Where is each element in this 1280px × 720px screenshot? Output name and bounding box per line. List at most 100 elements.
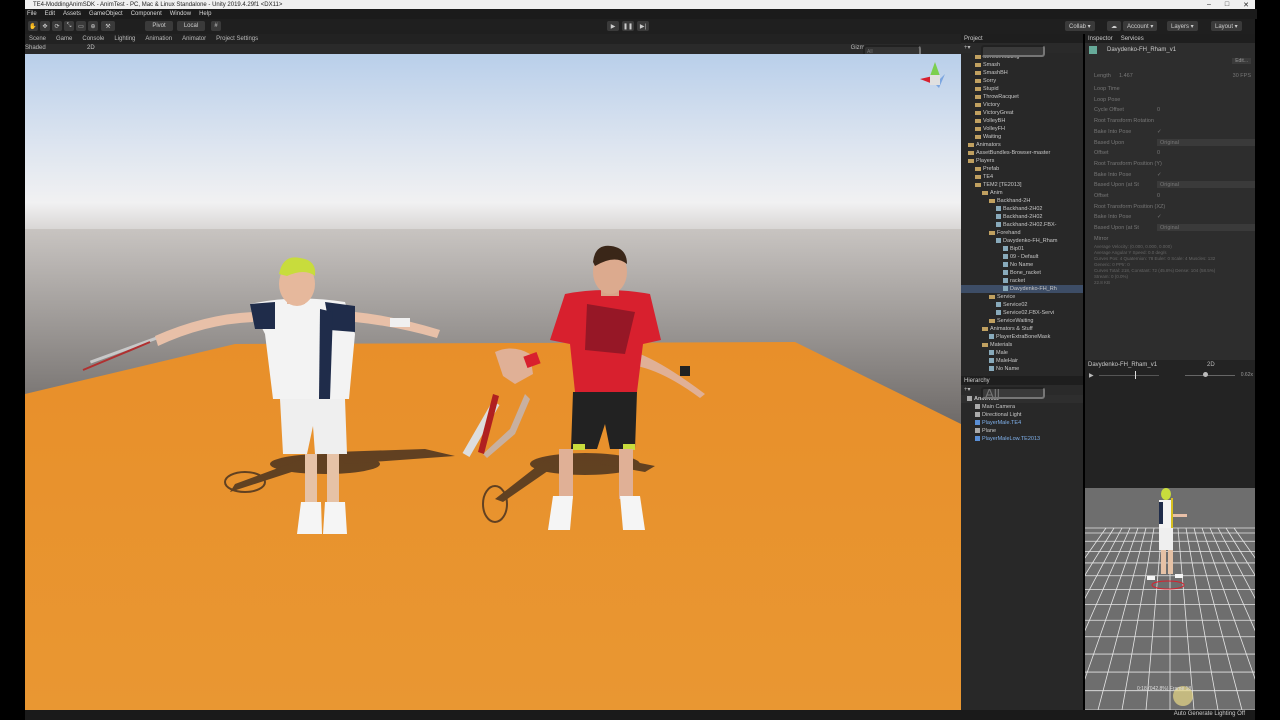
collab-dropdown[interactable]: Collab ▾ xyxy=(1065,21,1095,31)
add-object-button[interactable]: +▾ xyxy=(964,386,971,393)
2d-toggle[interactable]: 2D xyxy=(87,45,95,51)
tab-hierarchy[interactable]: Hierarchy xyxy=(964,378,990,384)
edit-button[interactable]: Edit... xyxy=(1232,58,1251,64)
project-folder-item[interactable]: VolleyFH xyxy=(961,125,1083,133)
tab-console[interactable]: Console xyxy=(82,36,104,42)
tab-scene[interactable]: Scene xyxy=(29,36,46,42)
project-folder-item[interactable]: VictoryGreat xyxy=(961,109,1083,117)
hierarchy-item[interactable]: Plane xyxy=(961,427,1083,435)
project-folder-item[interactable]: Animators xyxy=(961,141,1083,149)
project-asset-item[interactable]: Backhand-2H02 xyxy=(961,205,1083,213)
tab-services[interactable]: Services xyxy=(1121,36,1144,42)
inspector-row-value[interactable]: ✓ xyxy=(1157,172,1162,178)
based-upon-dropdown[interactable]: Original xyxy=(1157,181,1255,189)
project-search-input[interactable] xyxy=(981,45,1045,57)
tab-game[interactable]: Game xyxy=(56,36,72,42)
local-toggle[interactable]: Local xyxy=(177,21,205,31)
transform-tool-icon[interactable]: ⊕ xyxy=(88,21,98,31)
rect-tool-icon[interactable]: ▭ xyxy=(76,21,86,31)
project-folder-item[interactable]: SmashBH xyxy=(961,69,1083,77)
project-asset-item[interactable]: PlayerExtraBoneMask xyxy=(961,333,1083,341)
inspector-row-value[interactable]: 0 xyxy=(1157,107,1160,113)
preview-speed-thumb[interactable] xyxy=(1203,372,1208,377)
maximize-icon[interactable]: □ xyxy=(1225,1,1229,9)
hierarchy-item[interactable]: PlayerMale.TE4 xyxy=(961,419,1083,427)
account-dropdown[interactable]: Account ▾ xyxy=(1123,21,1158,31)
project-folder-item[interactable]: VolleyBH xyxy=(961,117,1083,125)
based-upon-dropdown[interactable]: Original xyxy=(1157,138,1255,146)
add-asset-button[interactable]: +▾ xyxy=(964,44,971,51)
project-folder-item[interactable]: Service xyxy=(961,293,1083,301)
custom-tool-icon[interactable]: ⚒ xyxy=(101,21,115,31)
pause-icon[interactable]: ❚❚ xyxy=(622,21,634,31)
project-folder-item[interactable]: Backhand-2H xyxy=(961,197,1083,205)
play-icon[interactable]: ▶ xyxy=(607,21,619,31)
project-folder-item[interactable]: ThrowRacquet xyxy=(961,93,1083,101)
menu-assets[interactable]: Assets xyxy=(63,11,81,17)
project-folder-item[interactable]: Anim xyxy=(961,189,1083,197)
inspector-row-value[interactable]: 0 xyxy=(1157,193,1160,199)
preview-play-icon[interactable]: ▶ xyxy=(1089,372,1094,379)
hierarchy-item[interactable]: PlayerMaleLow.TE2013 xyxy=(961,435,1083,443)
pivot-toggle[interactable]: Pivot xyxy=(145,21,173,31)
preview-speed-slider[interactable] xyxy=(1185,375,1235,376)
project-folder-item[interactable]: TE4 xyxy=(961,173,1083,181)
project-asset-item[interactable]: Male xyxy=(961,349,1083,357)
cloud-icon[interactable]: ☁ xyxy=(1107,21,1121,31)
project-folder-item[interactable]: Forehand xyxy=(961,229,1083,237)
close-icon[interactable]: ✕ xyxy=(1243,1,1249,9)
inspector-row-value[interactable]: 0 xyxy=(1157,150,1160,156)
tab-lighting[interactable]: Lighting xyxy=(114,36,135,42)
inspector-row-value[interactable]: ✓ xyxy=(1157,214,1162,220)
scale-tool-icon[interactable]: ⤡ xyxy=(64,21,74,31)
project-folder-item[interactable]: Stupid xyxy=(961,85,1083,93)
project-folder-item[interactable]: Prefab xyxy=(961,165,1083,173)
preview-playhead[interactable] xyxy=(1135,371,1136,379)
hierarchy-item[interactable]: Main Camera xyxy=(961,403,1083,411)
project-asset-item[interactable]: Davydenko-FH_Rh xyxy=(961,285,1083,293)
project-folder-item[interactable]: TEM2 [TE2013] xyxy=(961,181,1083,189)
menu-edit[interactable]: Edit xyxy=(45,11,55,17)
minimize-icon[interactable]: – xyxy=(1207,1,1211,9)
hand-tool-icon[interactable]: ✋ xyxy=(28,21,38,31)
project-folder-item[interactable]: AssetBundles-Browser-master xyxy=(961,149,1083,157)
project-folder-item[interactable]: Smash xyxy=(961,61,1083,69)
step-icon[interactable]: ▶| xyxy=(637,21,649,31)
inspector-row-value[interactable]: ✓ xyxy=(1157,129,1162,135)
tab-project-settings[interactable]: Project Settings xyxy=(216,36,258,42)
preview-speed-toggle[interactable]: 2D xyxy=(1207,362,1215,368)
tab-inspector[interactable]: Inspector xyxy=(1088,36,1113,42)
menu-gameobject[interactable]: GameObject xyxy=(89,11,123,17)
rotate-tool-icon[interactable]: ⟳ xyxy=(52,21,62,31)
project-asset-item[interactable]: No Name xyxy=(961,365,1083,373)
project-asset-item[interactable]: Service02 xyxy=(961,301,1083,309)
tab-animation[interactable]: Animation xyxy=(145,36,172,42)
project-asset-item[interactable]: Backhand-2H02.FBX- xyxy=(961,221,1083,229)
shading-mode-dropdown[interactable]: Shaded xyxy=(25,45,46,51)
project-asset-item[interactable]: Davydenko-FH_Rham xyxy=(961,237,1083,245)
menu-component[interactable]: Component xyxy=(131,11,162,17)
hierarchy-item[interactable]: Directional Light xyxy=(961,411,1083,419)
menu-file[interactable]: File xyxy=(27,11,37,17)
project-folder-item[interactable]: Players xyxy=(961,157,1083,165)
layers-dropdown[interactable]: Layers ▾ xyxy=(1167,21,1198,31)
scene-view[interactable] xyxy=(25,54,961,710)
project-asset-item[interactable]: racket xyxy=(961,277,1083,285)
tab-animator[interactable]: Animator xyxy=(182,36,206,42)
grid-snap-icon[interactable]: # xyxy=(211,21,221,31)
animation-preview-viewport[interactable]: 0:18 (042.8%) Frame 18 xyxy=(1085,488,1255,710)
tab-project[interactable]: Project xyxy=(964,36,983,42)
project-asset-item[interactable]: 09 - Default xyxy=(961,253,1083,261)
project-asset-item[interactable]: MaleHair xyxy=(961,357,1083,365)
project-asset-item[interactable]: Bone_racket xyxy=(961,269,1083,277)
layout-dropdown[interactable]: Layout ▾ xyxy=(1211,21,1242,31)
based-upon-dropdown[interactable]: Original xyxy=(1157,224,1255,232)
project-asset-item[interactable]: No Name xyxy=(961,261,1083,269)
project-asset-item[interactable]: Service02.FBX-Servi xyxy=(961,309,1083,317)
menu-help[interactable]: Help xyxy=(199,11,211,17)
hierarchy-search-input[interactable] xyxy=(981,387,1045,399)
project-folder-item[interactable]: Waiting xyxy=(961,133,1083,141)
project-folder-item[interactable]: Animators & Stuff xyxy=(961,325,1083,333)
preview-timeline[interactable] xyxy=(1099,375,1159,376)
project-folder-item[interactable]: Sorry xyxy=(961,77,1083,85)
